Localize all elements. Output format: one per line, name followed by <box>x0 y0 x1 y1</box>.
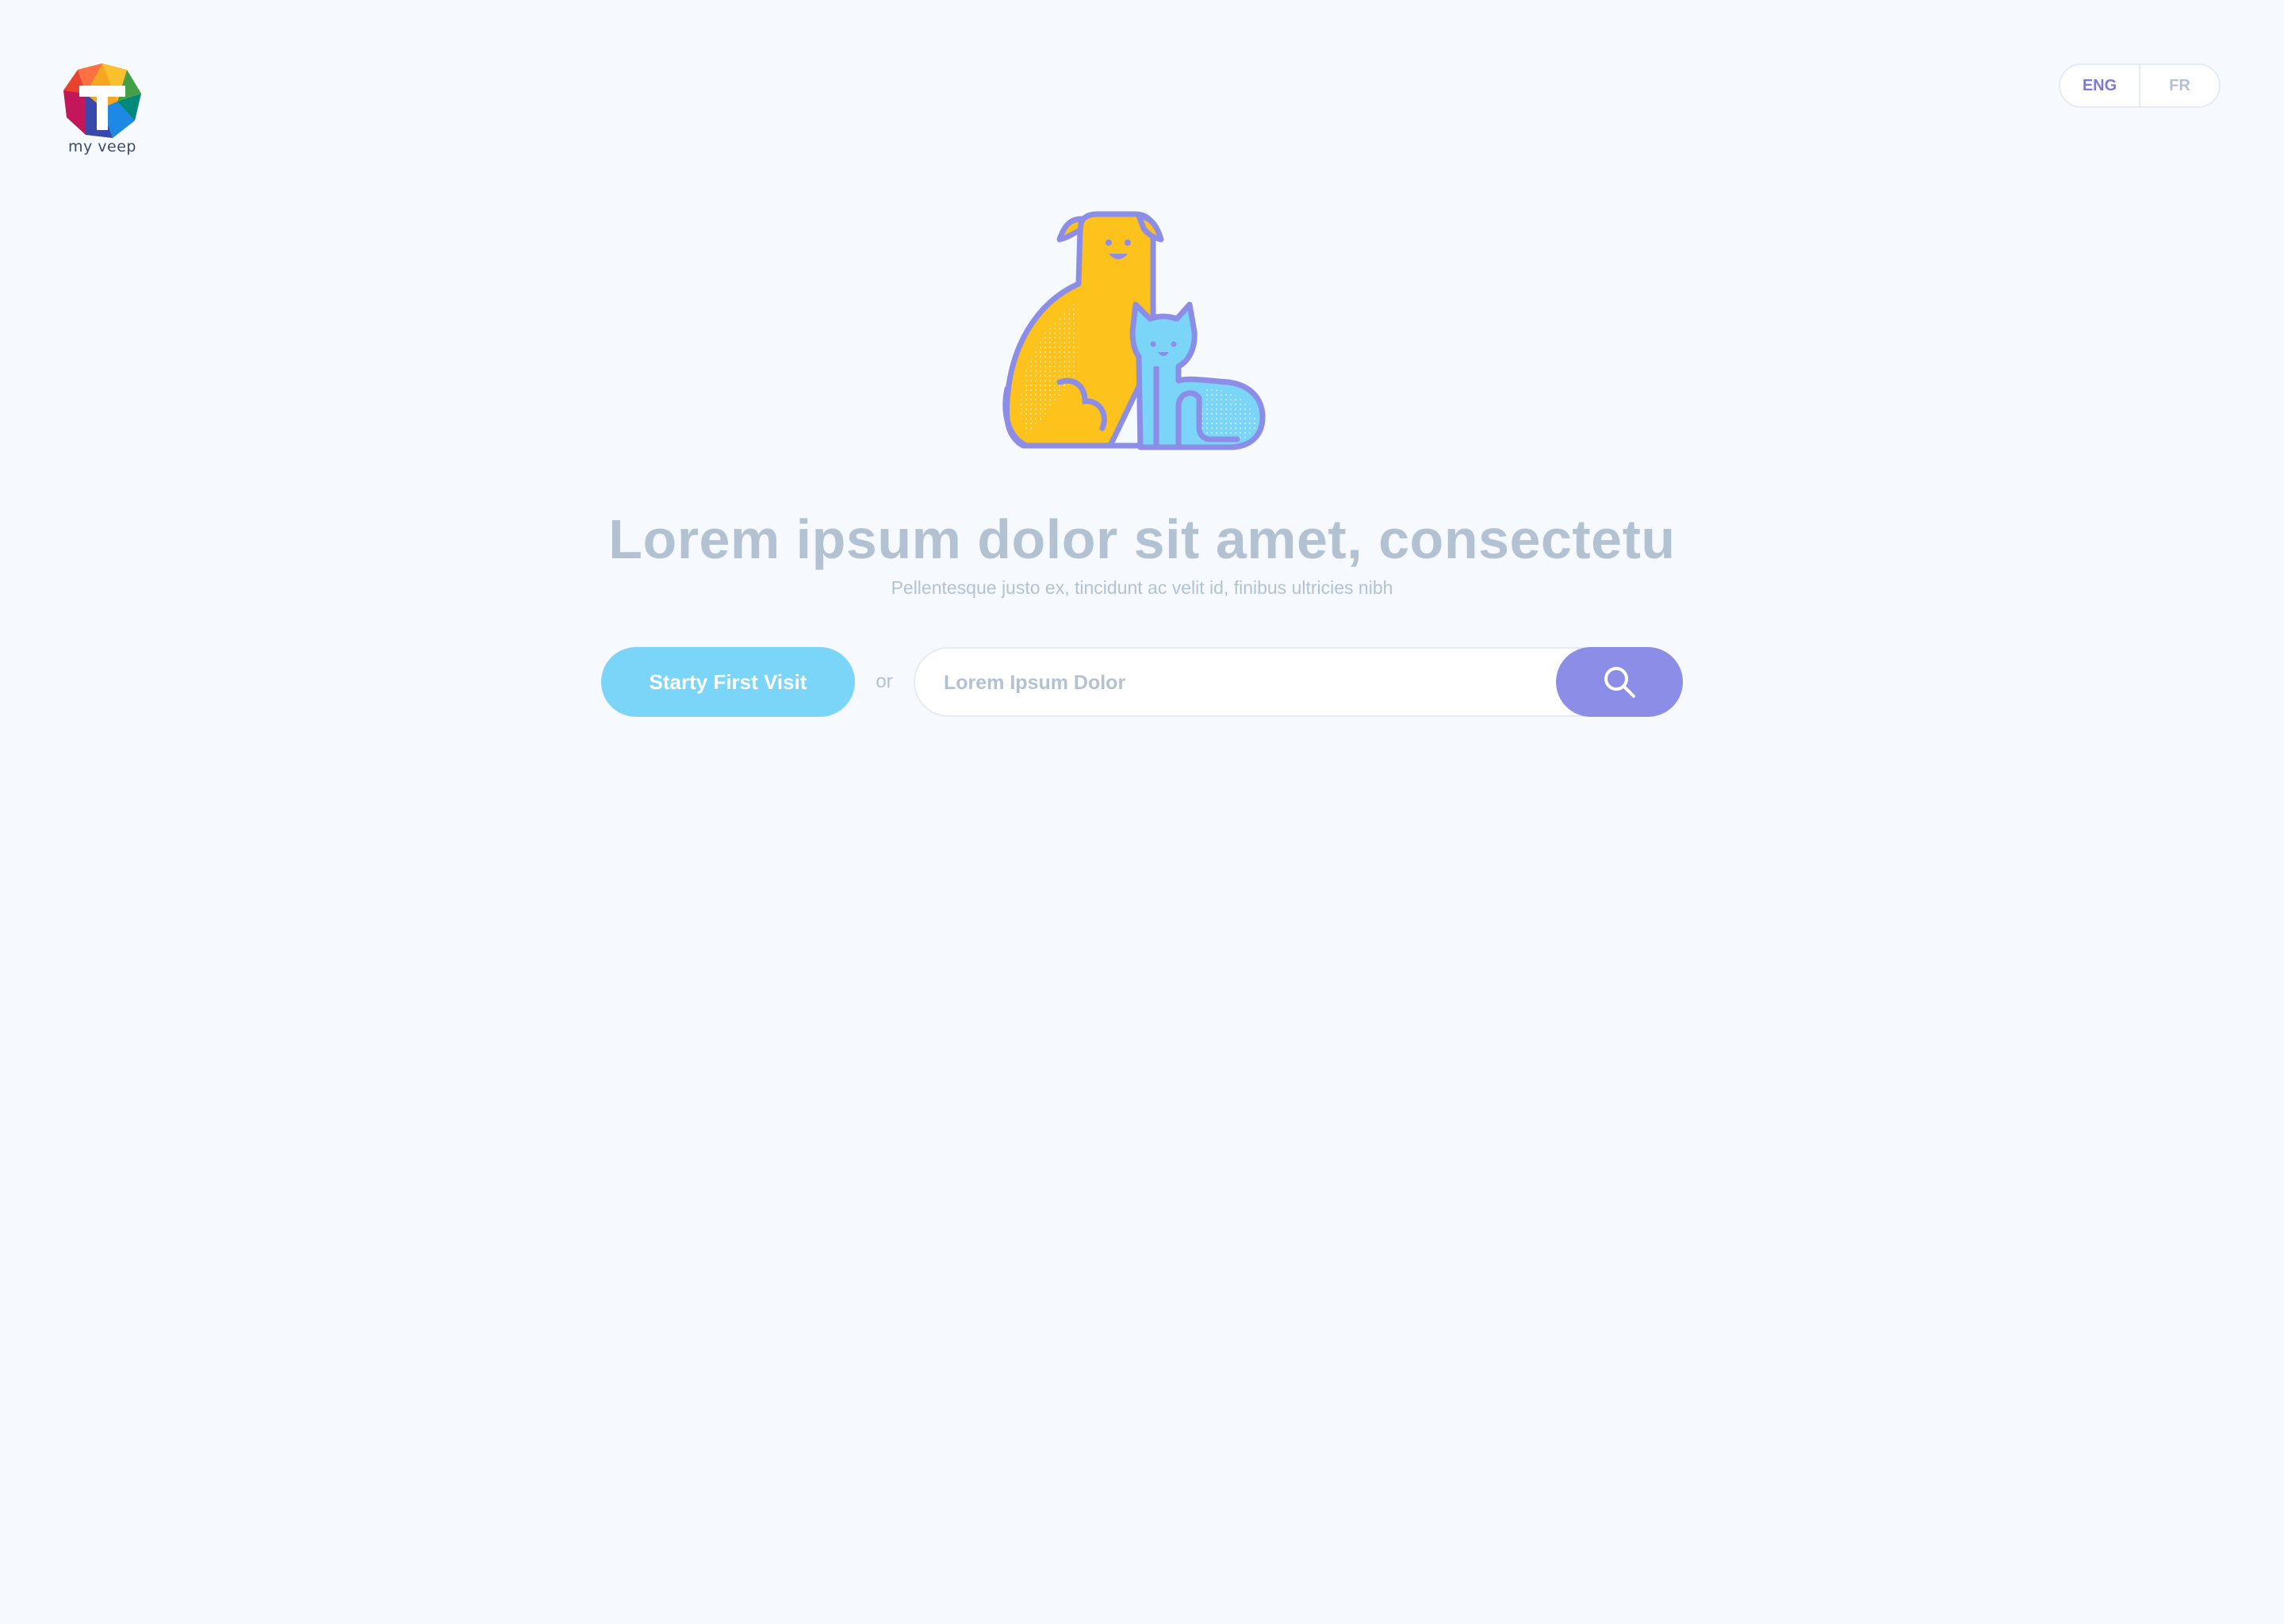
language-switcher: ENG FR <box>2059 63 2221 108</box>
start-first-visit-button[interactable]: Starty First Visit <box>601 647 855 717</box>
search-icon <box>1604 667 1635 698</box>
brand-logo[interactable]: my veep <box>62 62 143 160</box>
dog-and-cat-illustration <box>991 198 1293 468</box>
language-option-eng[interactable]: ENG <box>2060 65 2139 106</box>
brand-name: my veep <box>68 138 136 155</box>
page-title: Lorem ipsum dolor sit amet, consectetu <box>608 508 1676 570</box>
language-option-fr[interactable]: FR <box>2140 65 2219 106</box>
logo-mark-icon <box>63 63 141 138</box>
page-subtitle: Pellentesque justo ex, tincidunt ac veli… <box>891 577 1393 598</box>
cat-icon <box>1129 301 1266 450</box>
or-separator: or <box>876 671 893 692</box>
search-button[interactable] <box>1556 647 1683 717</box>
search-input[interactable] <box>942 649 1548 717</box>
